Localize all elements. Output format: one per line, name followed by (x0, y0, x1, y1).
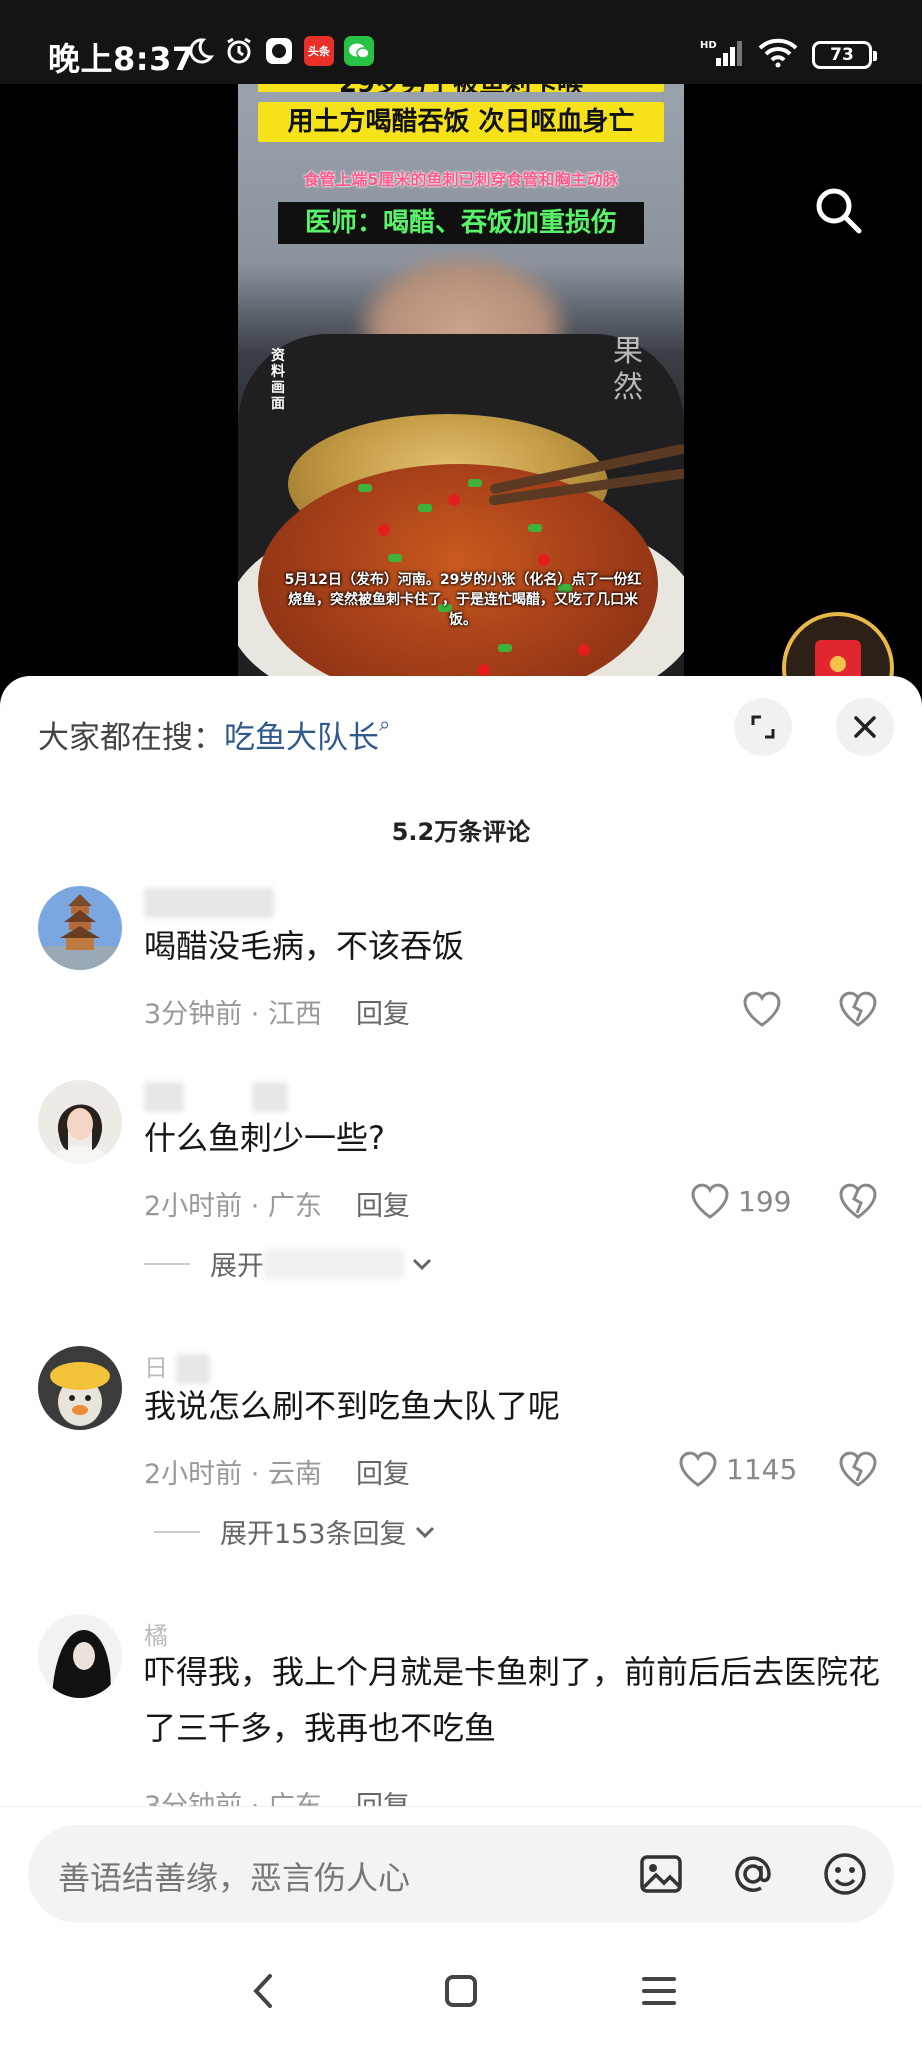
video-brand-mark: 果然 (613, 334, 643, 405)
comment-count: 5.2万条评论 (391, 818, 531, 846)
video-doctor-note: 医师：喝醋、吞饭加重损伤 (278, 202, 644, 244)
expand-replies-label: 展开 (210, 1251, 264, 1282)
mention-icon[interactable] (728, 1849, 778, 1899)
reply-button[interactable]: 回复 (356, 999, 410, 1030)
comment-meta: 3分钟前 · 江西 回复 (144, 999, 410, 1030)
avatar[interactable] (38, 1346, 122, 1430)
dislike-button[interactable] (838, 990, 878, 1032)
battery-indicator: 73 (812, 41, 877, 69)
expand-replies-label: 展开153条回复 (220, 1519, 407, 1550)
comment-text: 喝醋没毛病，不该吞饭 (144, 927, 465, 965)
broken-heart-icon (839, 991, 877, 1027)
dislike-button[interactable] (838, 1182, 878, 1224)
chevron-down-icon (415, 1526, 434, 1538)
video-title-main: 用土方喝醋吞饭 次日呕血身亡 (258, 102, 664, 142)
broken-heart-icon (839, 1183, 877, 1219)
like-count: 1145 (726, 1452, 798, 1486)
back-icon (253, 1974, 272, 2008)
expand-sheet-button[interactable] (734, 698, 792, 756)
comment-location: 广东 (267, 1191, 322, 1222)
svg-text:HD: HD (700, 40, 717, 51)
broken-heart-icon (839, 1451, 877, 1487)
chevron-down-icon (412, 1258, 432, 1270)
like-count: 199 (738, 1184, 792, 1218)
status-bar: 晚上8:37 头条 HD 73 (0, 0, 922, 84)
video-subtitle: 食管上端5厘米的鱼刺已刺穿食管和胸主动脉 (303, 170, 619, 189)
back-nav-button[interactable] (236, 1964, 290, 2018)
comment-text: 什么鱼刺少一些? (144, 1119, 385, 1157)
comment-username-blurred[interactable] (144, 1082, 288, 1112)
circle-app-icon (264, 36, 294, 66)
wifi-icon (758, 38, 798, 72)
heart-icon (679, 1451, 717, 1487)
menu-nav-button[interactable] (632, 1964, 686, 2018)
menu-icon (642, 1977, 676, 2005)
search-mini-icon: ⌕ (379, 712, 391, 736)
comment-username-blurred[interactable] (144, 888, 274, 918)
reply-button[interactable]: 回复 (356, 1459, 410, 1490)
home-icon (445, 1975, 477, 2007)
heart-icon (691, 1183, 729, 1219)
dislike-button[interactable] (838, 1450, 878, 1492)
close-sheet-button[interactable] (836, 698, 894, 756)
comment-text: 吓得我，我上个月就是卡鱼刺了，前前后后去医院花了三千多，我再也不吃鱼 (144, 1653, 881, 1747)
avatar[interactable] (38, 1614, 122, 1698)
trending-search-hint[interactable]: 大家都在搜：吃鱼大队长⌕ (38, 712, 390, 757)
like-button[interactable]: 1145 (678, 1450, 797, 1488)
home-nav-button[interactable] (434, 1964, 488, 2018)
comment-location: 云南 (267, 1459, 322, 1490)
close-icon (854, 716, 876, 738)
reply-button[interactable]: 回复 (356, 1191, 410, 1222)
toutiao-app-icon: 头条 (304, 36, 334, 66)
like-button[interactable] (742, 990, 790, 1028)
search-icon[interactable] (812, 184, 864, 236)
like-button[interactable]: 199 (690, 1182, 791, 1220)
image-icon[interactable] (636, 1849, 686, 1899)
system-nav-bar (0, 1942, 922, 2042)
status-icons-right: HD 73 (700, 38, 877, 72)
comment-time: 2小时前 (144, 1191, 243, 1222)
video-title-top: 29岁男子被鱼刺卡喉 (258, 84, 664, 92)
comment-text: 我说怎么刷不到吃鱼大队了呢 (144, 1387, 561, 1425)
comment-meta: 2小时前 · 云南 回复 (144, 1459, 410, 1490)
trending-search-keyword[interactable]: 吃鱼大队长 (224, 720, 379, 756)
emoji-icon[interactable] (820, 1849, 870, 1899)
avatar[interactable] (38, 886, 122, 970)
avatar[interactable] (38, 1080, 122, 1164)
expand-replies-button[interactable]: 展开 (144, 1244, 434, 1283)
expand-replies-button[interactable]: 展开153条回复 (154, 1512, 437, 1551)
trending-search-prefix: 大家都在搜： (38, 720, 224, 756)
comment-input[interactable]: 善语结善缘，恶言伤人心 (28, 1825, 894, 1923)
video-frame[interactable]: 29岁男子被鱼刺卡喉 用土方喝醋吞饭 次日呕血身亡 食管上端5厘米的鱼刺已刺穿食… (238, 84, 684, 684)
signal-icon: HD (700, 38, 744, 72)
comment-input-placeholder[interactable]: 善语结善缘，恶言伤人心 (58, 1853, 410, 1899)
video-side-label: 资料画面 (271, 348, 285, 412)
comment-meta: 2小时前 · 广东 回复 (144, 1191, 410, 1222)
status-time: 晚上8:37 (48, 40, 195, 78)
heart-icon (743, 991, 781, 1027)
moon-icon (184, 36, 214, 66)
alarm-icon (224, 36, 254, 66)
video-caption: 5月12日（发布）河南。29岁的小张（化名）点了一份红烧鱼，突然被鱼刺卡住了，于… (284, 572, 642, 628)
comment-location: 江西 (267, 999, 322, 1030)
video-player[interactable]: 29岁男子被鱼刺卡喉 用土方喝醋吞饭 次日呕血身亡 食管上端5厘米的鱼刺已刺穿食… (0, 84, 922, 684)
status-icons-left: 头条 (184, 36, 374, 66)
comment-time: 3分钟前 (144, 999, 243, 1030)
wechat-app-icon (344, 36, 374, 66)
expand-icon (751, 715, 775, 739)
comment-time: 2小时前 (144, 1459, 243, 1490)
